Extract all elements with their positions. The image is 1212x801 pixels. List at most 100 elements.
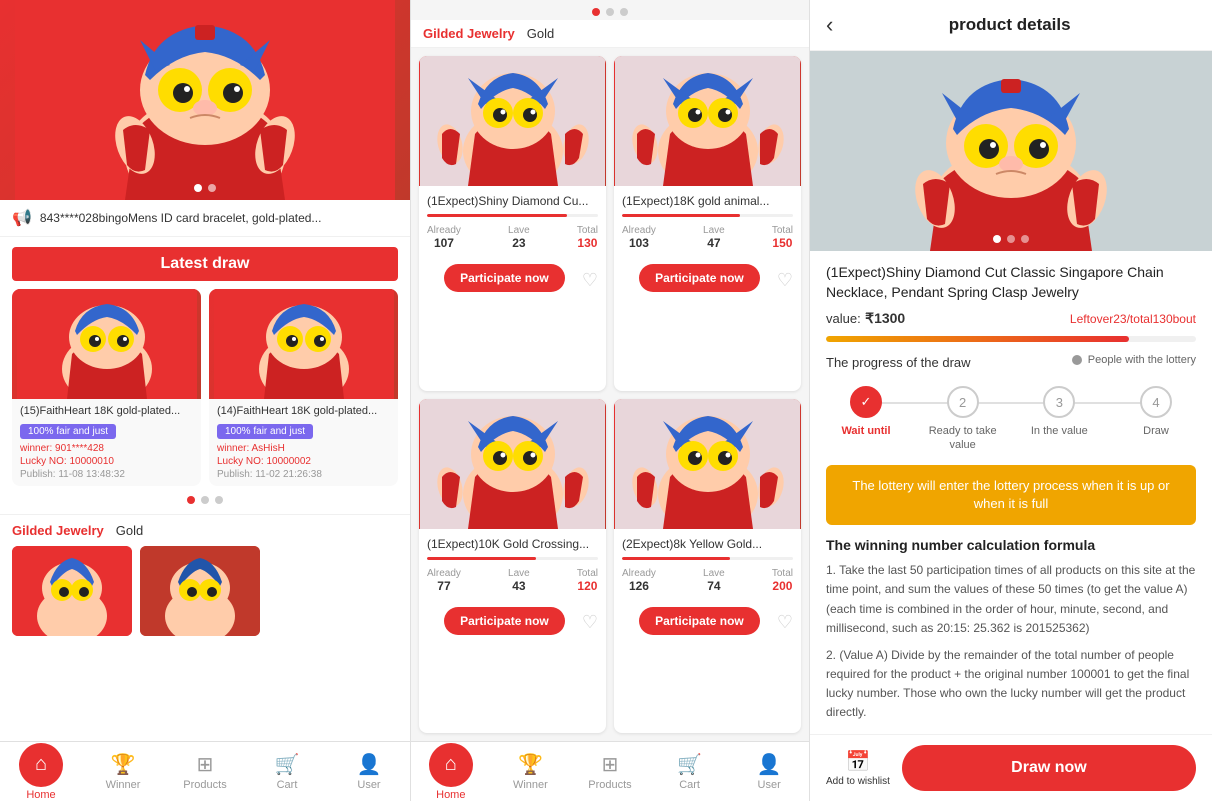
product-1-progress-bar bbox=[427, 214, 598, 217]
lottery-process-msg: The lottery will enter the lottery proce… bbox=[826, 465, 1196, 525]
product-card-2[interactable]: (1Expect)18K gold animal... Already 103 … bbox=[614, 56, 801, 391]
draw-pagination bbox=[0, 486, 410, 514]
product-1-already: Already 107 bbox=[427, 225, 461, 250]
product-card-1[interactable]: (1Expect)Shiny Diamond Cu... Already 107… bbox=[419, 56, 606, 391]
right-product-image bbox=[810, 51, 1212, 251]
product-2-already: Already 103 bbox=[622, 225, 656, 250]
wishlist-label: Add to wishlist bbox=[826, 776, 890, 787]
mid-nav-products[interactable]: ⊞ Products bbox=[570, 742, 650, 801]
participate-btn-3[interactable]: Participate now bbox=[444, 607, 565, 635]
mid-category-tag[interactable]: Gilded Jewelry bbox=[423, 26, 515, 41]
draw-item-1-publish: Publish: 11-08 13:48:32 bbox=[20, 469, 193, 480]
left-nav-user[interactable]: 👤 User bbox=[328, 742, 410, 801]
product-1-image bbox=[419, 56, 606, 186]
cart-icon: 🛒 bbox=[275, 752, 300, 777]
mid-grid-icon: ⊞ bbox=[602, 752, 619, 777]
right-content: (1Expect)Shiny Diamond Cut Classic Singa… bbox=[810, 251, 1212, 734]
product-3-image bbox=[419, 399, 606, 529]
mid-category-sub[interactable]: Gold bbox=[527, 26, 554, 41]
draw-dot-3 bbox=[215, 496, 223, 504]
left-bottom-nav: ⌂ Home 🏆 Winner ⊞ Products 🛒 Cart 👤 User bbox=[0, 741, 410, 801]
product-card-4[interactable]: (2Expect)8k Yellow Gold... Already 126 L… bbox=[614, 399, 801, 734]
draw-item-1-name: (15)FaithHeart 18K gold-plated... bbox=[20, 405, 193, 417]
fair-badge-1: 100% fair and just bbox=[20, 424, 116, 439]
product-3-progress-fill bbox=[427, 557, 536, 560]
draw-dot-2 bbox=[201, 496, 209, 504]
mid-page-dots bbox=[411, 0, 809, 20]
step-2-circle: 2 bbox=[947, 386, 979, 418]
participate-btn-2[interactable]: Participate now bbox=[639, 264, 760, 292]
product-3-body: (1Expect)10K Gold Crossing... Already 77… bbox=[419, 529, 606, 607]
back-button[interactable]: ‹ bbox=[826, 12, 833, 38]
hero-dot-2 bbox=[208, 184, 216, 192]
hero-banner bbox=[0, 0, 410, 200]
draw-now-button[interactable]: Draw now bbox=[902, 745, 1196, 791]
product-4-total: Total 200 bbox=[772, 568, 793, 593]
formula-title: The winning number calculation formula bbox=[826, 537, 1196, 553]
right-img-dot-2 bbox=[1007, 235, 1015, 243]
value-row: value: ₹1300 Leftover23/total130bout bbox=[826, 310, 1196, 328]
heart-icon-4[interactable]: ♡ bbox=[777, 612, 793, 633]
latest-draw-title: Latest draw bbox=[12, 247, 398, 281]
draw-progress-section: The progress of the draw People with the… bbox=[826, 354, 1196, 453]
right-product-name: (1Expect)Shiny Diamond Cut Classic Singa… bbox=[826, 263, 1196, 302]
left-category-bar: Gilded Jewelry Gold bbox=[0, 514, 410, 546]
participate-btn-4[interactable]: Participate now bbox=[639, 607, 760, 635]
mid-nav-user[interactable]: 👤 User bbox=[729, 742, 809, 801]
mid-bottom-nav: ⌂ Home 🏆 Winner ⊞ Products 🛒 Cart 👤 User bbox=[411, 741, 809, 801]
bottom-thumb-2[interactable] bbox=[140, 546, 260, 636]
left-nav-products-label: Products bbox=[183, 779, 226, 791]
product-card-3[interactable]: (1Expect)10K Gold Crossing... Already 77… bbox=[419, 399, 606, 734]
heart-icon-3[interactable]: ♡ bbox=[582, 612, 598, 633]
product-2-body: (1Expect)18K gold animal... Already 103 … bbox=[614, 186, 801, 264]
mid-nav-cart-label: Cart bbox=[679, 779, 700, 791]
left-nav-home[interactable]: ⌂ Home bbox=[0, 742, 82, 801]
right-img-dot-1 bbox=[993, 235, 1001, 243]
participate-btn-1[interactable]: Participate now bbox=[444, 264, 565, 292]
product-2-lave: Lave 47 bbox=[703, 225, 725, 250]
right-image-dots bbox=[993, 235, 1029, 243]
step-3-label: In the value bbox=[1031, 424, 1088, 438]
draw-item-2-name: (14)FaithHeart 18K gold-plated... bbox=[217, 405, 390, 417]
mid-nav-winner[interactable]: 🏆 Winner bbox=[491, 742, 571, 801]
left-nav-cart[interactable]: 🛒 Cart bbox=[246, 742, 328, 801]
left-nav-cart-label: Cart bbox=[277, 779, 298, 791]
draw-item-2-publish: Publish: 11-02 21:26:38 bbox=[217, 469, 390, 480]
right-img-dot-3 bbox=[1021, 235, 1029, 243]
product-1-name: (1Expect)Shiny Diamond Cu... bbox=[427, 194, 598, 208]
left-nav-products[interactable]: ⊞ Products bbox=[164, 742, 246, 801]
mid-nav-cart[interactable]: 🛒 Cart bbox=[650, 742, 730, 801]
left-panel: 📢 843****028bingoMens ID card bracelet, … bbox=[0, 0, 410, 801]
product-4-lave: Lave 74 bbox=[703, 568, 725, 593]
draw-item-1-winner: winner: 901****428 bbox=[20, 443, 193, 454]
user-icon: 👤 bbox=[357, 752, 382, 777]
value-label: value: bbox=[826, 311, 861, 326]
steps-row: ✓ Wait until 2 Ready to take value 3 In … bbox=[826, 386, 1196, 453]
mid-trophy-icon: 🏆 bbox=[518, 752, 543, 777]
mid-cart-icon: 🛒 bbox=[677, 752, 702, 777]
bottom-product-row bbox=[0, 546, 410, 644]
hero-dot-1 bbox=[194, 184, 202, 192]
heart-icon-2[interactable]: ♡ bbox=[777, 270, 793, 291]
product-3-name: (1Expect)10K Gold Crossing... bbox=[427, 537, 598, 551]
mid-nav-home[interactable]: ⌂ Home bbox=[411, 742, 491, 801]
notification-bar: 📢 843****028bingoMens ID card bracelet, … bbox=[0, 200, 410, 237]
left-category-tag[interactable]: Gilded Jewelry bbox=[12, 523, 104, 538]
draw-item-2[interactable]: (14)FaithHeart 18K gold-plated... 100% f… bbox=[209, 289, 398, 486]
notification-text: 843****028bingoMens ID card bracelet, go… bbox=[40, 211, 398, 225]
left-category-sub[interactable]: Gold bbox=[116, 523, 143, 538]
formula-section: The winning number calculation formula 1… bbox=[826, 537, 1196, 723]
product-4-name: (2Expect)8k Yellow Gold... bbox=[622, 537, 793, 551]
step-3: 3 In the value bbox=[1019, 386, 1099, 438]
add-wishlist-button[interactable]: 📅 Add to wishlist bbox=[826, 749, 890, 787]
right-progress-bar bbox=[826, 336, 1196, 342]
draw-item-1[interactable]: (15)FaithHeart 18K gold-plated... 100% f… bbox=[12, 289, 201, 486]
left-nav-winner[interactable]: 🏆 Winner bbox=[82, 742, 164, 801]
lottery-dot bbox=[1072, 355, 1082, 365]
heart-icon-1[interactable]: ♡ bbox=[582, 270, 598, 291]
step-4: 4 Draw bbox=[1116, 386, 1196, 438]
product-3-stats: Already 77 Lave 43 Total 120 bbox=[427, 568, 598, 593]
bottom-thumb-1[interactable] bbox=[12, 546, 132, 636]
mid-dot-3 bbox=[620, 8, 628, 16]
hero-image bbox=[0, 0, 410, 200]
